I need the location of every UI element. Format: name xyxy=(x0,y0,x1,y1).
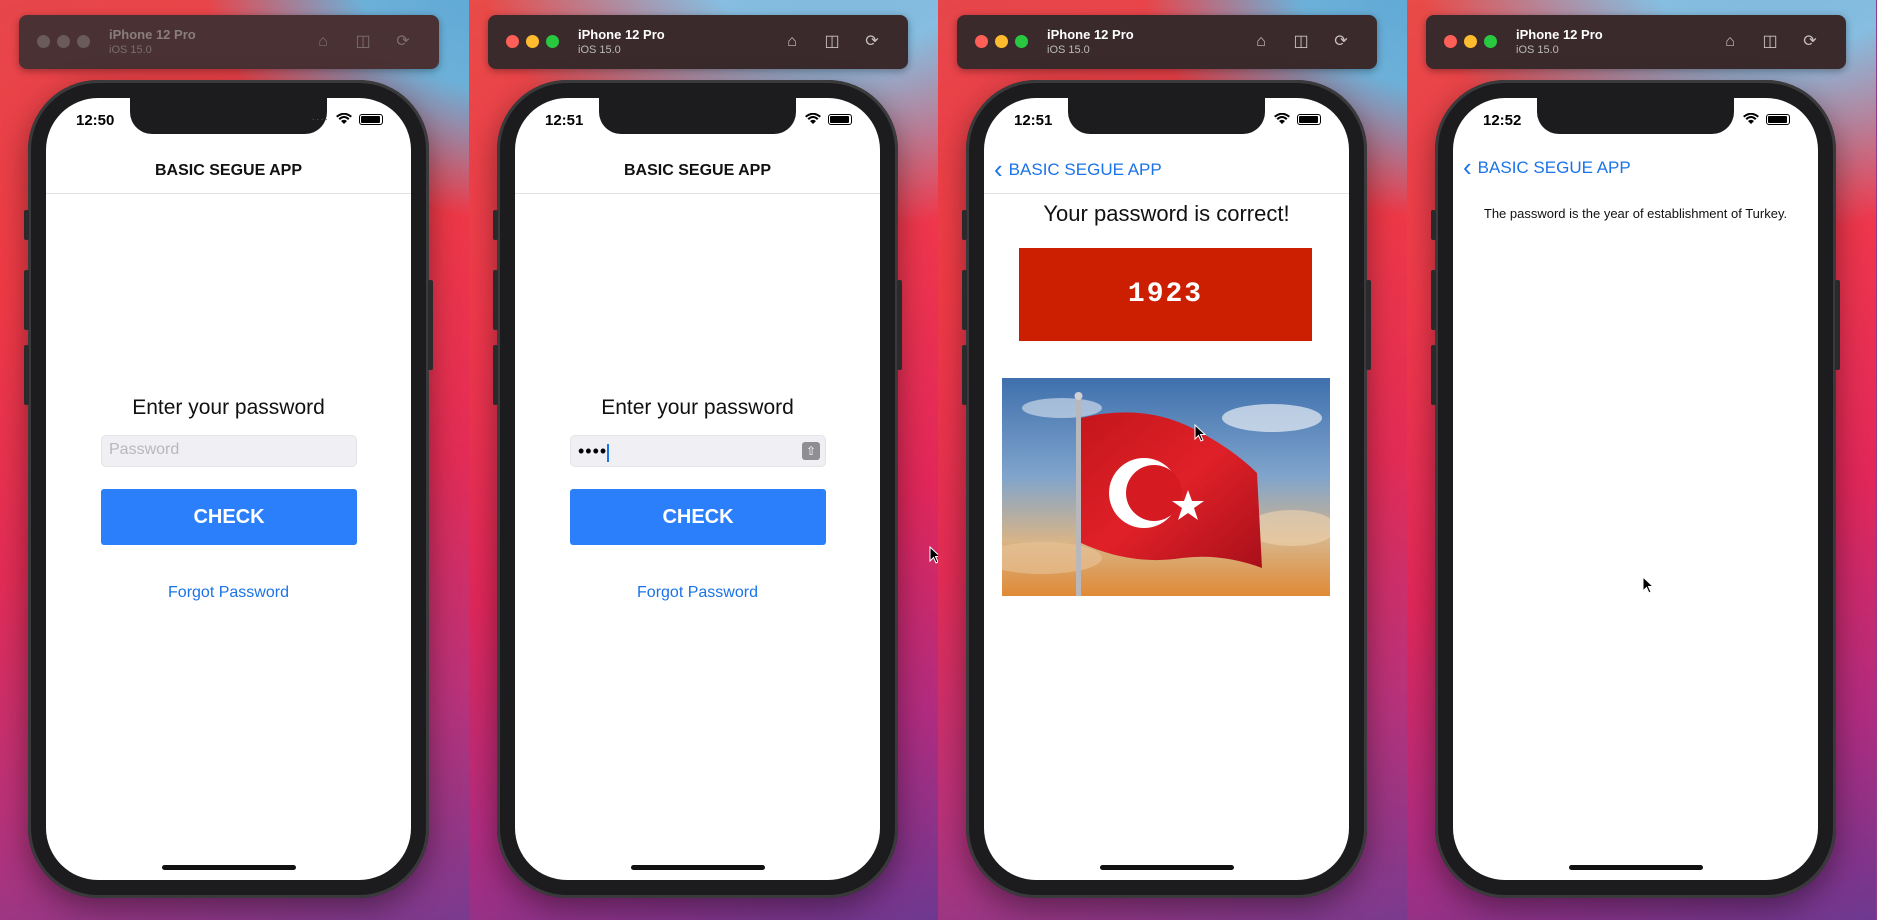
close-button[interactable] xyxy=(975,35,988,48)
chevron-left-icon: ‹ xyxy=(994,154,1003,184)
os-version: iOS 15.0 xyxy=(1047,44,1090,56)
home-indicator[interactable] xyxy=(631,865,765,870)
minimize-button[interactable] xyxy=(995,35,1008,48)
navigation-bar: ‹ BASIC SEGUE APP xyxy=(1453,146,1818,190)
password-field[interactable]: •••• ⇧ xyxy=(570,435,826,467)
simulator-window-3: iPhone 12 Pro iOS 15.0 ⌂ ◫ ⟳ 12:51 ‹ BAS… xyxy=(938,0,1407,920)
simulator-titlebar[interactable]: iPhone 12 Pro iOS 15.0 ⌂ ◫ ⟳ xyxy=(488,15,908,69)
password-prompt: Enter your password xyxy=(132,396,325,419)
simulator-titlebar[interactable]: iPhone 12 Pro iOS 15.0 ⌂ ◫ ⟳ xyxy=(1426,15,1846,69)
status-time: 12:50 xyxy=(76,112,115,129)
caps-lock-icon: ⇧ xyxy=(802,442,820,460)
back-button[interactable]: ‹ BASIC SEGUE APP xyxy=(1463,152,1631,182)
battery-icon xyxy=(359,113,383,125)
password-hint: The password is the year of establishmen… xyxy=(1483,206,1788,221)
iphone-frame: 12:51 ‹ BASIC SEGUE APP Your password is… xyxy=(962,80,1371,898)
home-icon[interactable]: ⌂ xyxy=(313,32,333,52)
back-label: BASIC SEGUE APP xyxy=(1008,160,1162,179)
wifi-icon xyxy=(805,113,821,124)
screenshot-icon[interactable]: ◫ xyxy=(1291,32,1311,52)
password-dots: •••• xyxy=(578,441,608,461)
simulator-titlebar[interactable]: iPhone 12 Pro iOS 15.0 ⌂ ◫ ⟳ xyxy=(957,15,1377,69)
home-icon[interactable]: ⌂ xyxy=(1720,32,1740,52)
simulator-titlebar[interactable]: iPhone 12 Pro iOS 15.0 ⌂ ◫ ⟳ xyxy=(19,15,439,69)
wifi-icon xyxy=(1743,113,1759,124)
minimize-button[interactable] xyxy=(526,35,539,48)
os-version: iOS 15.0 xyxy=(109,44,152,56)
forgot-password-link[interactable]: Forgot Password xyxy=(515,584,880,602)
rotate-icon[interactable]: ⟳ xyxy=(862,32,882,52)
navigation-bar: ‹ BASIC SEGUE APP xyxy=(984,148,1349,194)
mouse-cursor-icon xyxy=(929,546,938,564)
password-placeholder: Password xyxy=(109,441,180,458)
screenshot-icon[interactable]: ◫ xyxy=(1760,32,1780,52)
minimize-button[interactable] xyxy=(57,35,70,48)
text-caret xyxy=(607,443,610,462)
turkish-flag-image xyxy=(1002,378,1330,596)
rotate-icon[interactable]: ⟳ xyxy=(393,32,413,52)
battery-icon xyxy=(1766,113,1790,125)
navigation-bar: BASIC SEGUE APP xyxy=(46,148,411,194)
simulator-window-1: iPhone 12 Pro iOS 15.0 ⌂ ◫ ⟳ 12:50 ···· … xyxy=(0,0,469,920)
year-label: 1923 xyxy=(1019,248,1312,341)
status-time: 12:51 xyxy=(1014,112,1053,129)
device-name: iPhone 12 Pro xyxy=(1047,27,1134,42)
home-indicator[interactable] xyxy=(1100,865,1234,870)
os-version: iOS 15.0 xyxy=(1516,44,1559,56)
password-prompt: Enter your password xyxy=(601,396,794,419)
signal-icon: ···· xyxy=(311,113,329,125)
simulator-window-2: iPhone 12 Pro iOS 15.0 ⌂ ◫ ⟳ 12:51 BASIC… xyxy=(469,0,938,920)
battery-icon xyxy=(1297,113,1321,125)
wifi-icon xyxy=(1274,113,1290,124)
check-button[interactable]: CHECK xyxy=(101,489,357,545)
screenshot-icon[interactable]: ◫ xyxy=(353,32,373,52)
password-field[interactable]: Password xyxy=(101,435,357,467)
phone-screen: 12:50 ···· BASIC SEGUE APP Enter your pa… xyxy=(46,98,411,880)
chevron-left-icon: ‹ xyxy=(1463,152,1472,182)
back-label: BASIC SEGUE APP xyxy=(1477,158,1631,177)
status-time: 12:51 xyxy=(545,112,584,129)
close-button[interactable] xyxy=(37,35,50,48)
check-button[interactable]: CHECK xyxy=(570,489,826,545)
battery-icon xyxy=(828,113,852,125)
nav-title: BASIC SEGUE APP xyxy=(155,162,302,179)
phone-screen: 12:51 ‹ BASIC SEGUE APP Your password is… xyxy=(984,98,1349,880)
forgot-password-link[interactable]: Forgot Password xyxy=(46,584,411,602)
phone-screen: 12:51 BASIC SEGUE APP Enter your passwor… xyxy=(515,98,880,880)
home-icon[interactable]: ⌂ xyxy=(1251,32,1271,52)
success-message: Your password is correct! xyxy=(1043,201,1290,226)
os-version: iOS 15.0 xyxy=(578,44,621,56)
home-icon[interactable]: ⌂ xyxy=(782,32,802,52)
rotate-icon[interactable]: ⟳ xyxy=(1331,32,1351,52)
device-name: iPhone 12 Pro xyxy=(578,27,665,42)
zoom-button[interactable] xyxy=(1484,35,1497,48)
rotate-icon[interactable]: ⟳ xyxy=(1800,32,1820,52)
back-button[interactable]: ‹ BASIC SEGUE APP xyxy=(994,154,1162,184)
zoom-button[interactable] xyxy=(77,35,90,48)
iphone-frame: 12:52 ‹ BASIC SEGUE APP The password is … xyxy=(1431,80,1840,898)
nav-title: BASIC SEGUE APP xyxy=(624,162,771,179)
wifi-icon xyxy=(336,113,352,124)
close-button[interactable] xyxy=(1444,35,1457,48)
home-indicator[interactable] xyxy=(162,865,296,870)
phone-screen: 12:52 ‹ BASIC SEGUE APP The password is … xyxy=(1453,98,1818,880)
device-name: iPhone 12 Pro xyxy=(1516,27,1603,42)
zoom-button[interactable] xyxy=(546,35,559,48)
status-time: 12:52 xyxy=(1483,112,1522,129)
iphone-frame: 12:50 ···· BASIC SEGUE APP Enter your pa… xyxy=(24,80,433,898)
zoom-button[interactable] xyxy=(1015,35,1028,48)
device-name: iPhone 12 Pro xyxy=(109,27,196,42)
mouse-cursor-icon xyxy=(1642,576,1655,594)
minimize-button[interactable] xyxy=(1464,35,1477,48)
screenshot-icon[interactable]: ◫ xyxy=(822,32,842,52)
navigation-bar: BASIC SEGUE APP xyxy=(515,148,880,194)
simulator-window-4: iPhone 12 Pro iOS 15.0 ⌂ ◫ ⟳ 12:52 ‹ BAS… xyxy=(1407,0,1876,920)
iphone-frame: 12:51 BASIC SEGUE APP Enter your passwor… xyxy=(493,80,902,898)
close-button[interactable] xyxy=(506,35,519,48)
home-indicator[interactable] xyxy=(1569,865,1703,870)
mouse-cursor-icon xyxy=(1194,424,1207,442)
